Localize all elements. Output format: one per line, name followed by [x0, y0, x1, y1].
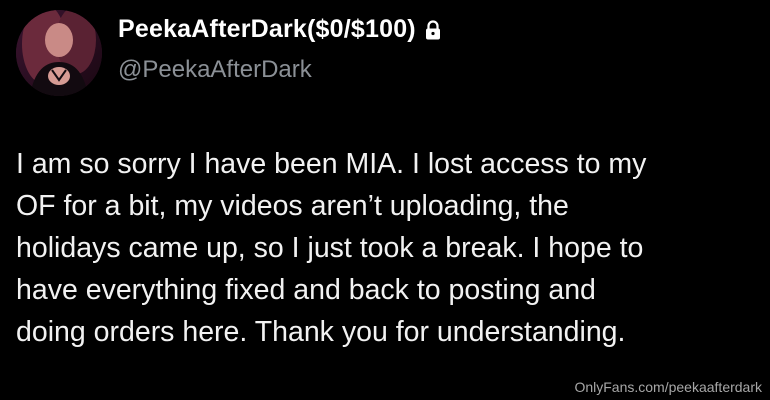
lock-icon: [425, 19, 441, 40]
tweet-text-line: have everything fixed and back to postin…: [16, 274, 596, 306]
display-name-row: PeekaAfterDark($0/$100): [118, 15, 441, 44]
tweet-text-line: OF for a bit, my videos aren’t uploading…: [16, 190, 569, 222]
tweet-text-line: doing orders here. Thank you for underst…: [16, 316, 626, 348]
tweet-text-line: I am so sorry I have been MIA. I lost ac…: [16, 148, 647, 180]
display-name[interactable]: PeekaAfterDark($0/$100): [118, 15, 416, 44]
profile-avatar[interactable]: [16, 10, 102, 96]
tweet-text: I am so sorry I have been MIA. I lost ac…: [16, 143, 756, 353]
tweet-card: PeekaAfterDark($0/$100) @PeekaAfterDark …: [0, 0, 770, 400]
watermark: OnlyFans.com/peekaafterdark: [574, 379, 762, 395]
user-handle[interactable]: @PeekaAfterDark: [118, 56, 312, 84]
tweet-text-line: holidays came up, so I just took a break…: [16, 232, 644, 264]
